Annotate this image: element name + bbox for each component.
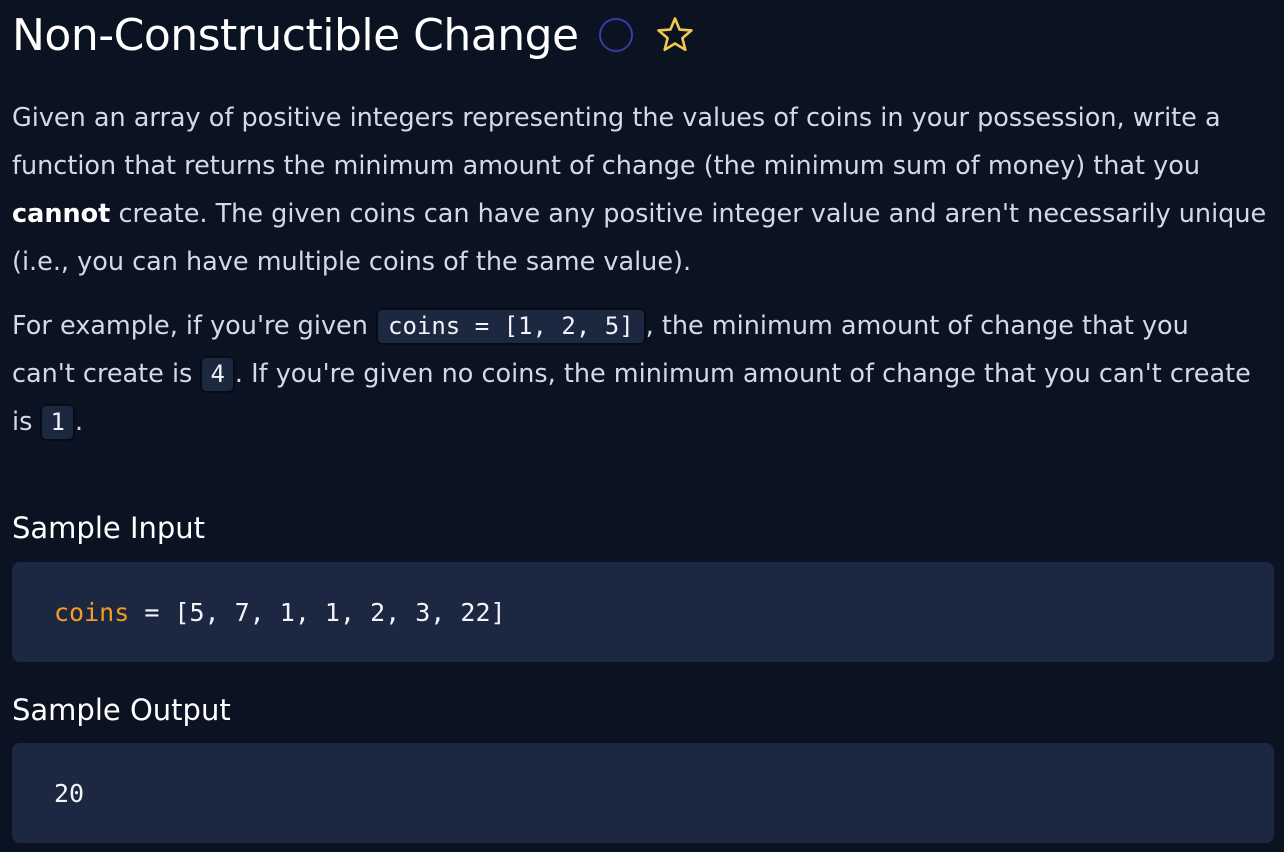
example-text-1: For example, if you're given <box>12 311 376 341</box>
example-text-3: can't create is <box>12 359 201 389</box>
sample-input-code-block: coins = [5, 7, 1, 1, 2, 3, 22] <box>12 562 1274 662</box>
status-circle-icon[interactable] <box>598 18 633 52</box>
description-line-2: function that returns the minimum amount… <box>12 151 1201 181</box>
title-row: Non-Constructible Change <box>12 0 1272 70</box>
star-icon[interactable] <box>655 15 695 55</box>
example-inline-code-input: coins = [1, 2, 5] <box>376 308 646 345</box>
page-title: Non-Constructible Change <box>12 9 579 61</box>
sample-output-value: 20 <box>54 778 85 808</box>
problem-container: Non-Constructible Change Given an array … <box>0 0 1284 446</box>
description-line-1: Given an array of positive integers repr… <box>12 103 1221 133</box>
sample-input-value: = [5, 7, 1, 1, 2, 3, 22] <box>129 597 506 627</box>
example-text-2: , the minimum amount of change that you <box>645 311 1189 341</box>
problem-example: For example, if you're given coins = [1,… <box>12 302 1272 446</box>
emphasis-cannot: cannot <box>12 199 111 229</box>
sample-output-heading: Sample Output <box>12 693 231 727</box>
example-text-5: is <box>12 407 41 437</box>
description-line-4: (i.e., you can have multiple coins of th… <box>12 247 692 277</box>
problem-description: Given an array of positive integers repr… <box>12 94 1272 286</box>
sample-output-code-block: 20 <box>12 743 1274 843</box>
example-inline-code-answer: 4 <box>200 356 235 393</box>
example-inline-code-empty: 1 <box>40 404 75 441</box>
sample-input-heading: Sample Input <box>12 511 206 545</box>
example-text-6: . <box>74 407 84 437</box>
description-line-3: create. The given coins can have any pos… <box>110 199 1267 229</box>
sample-input-variable: coins <box>54 597 130 627</box>
example-text-4: . If you're given no coins, the minimum … <box>234 359 1251 389</box>
